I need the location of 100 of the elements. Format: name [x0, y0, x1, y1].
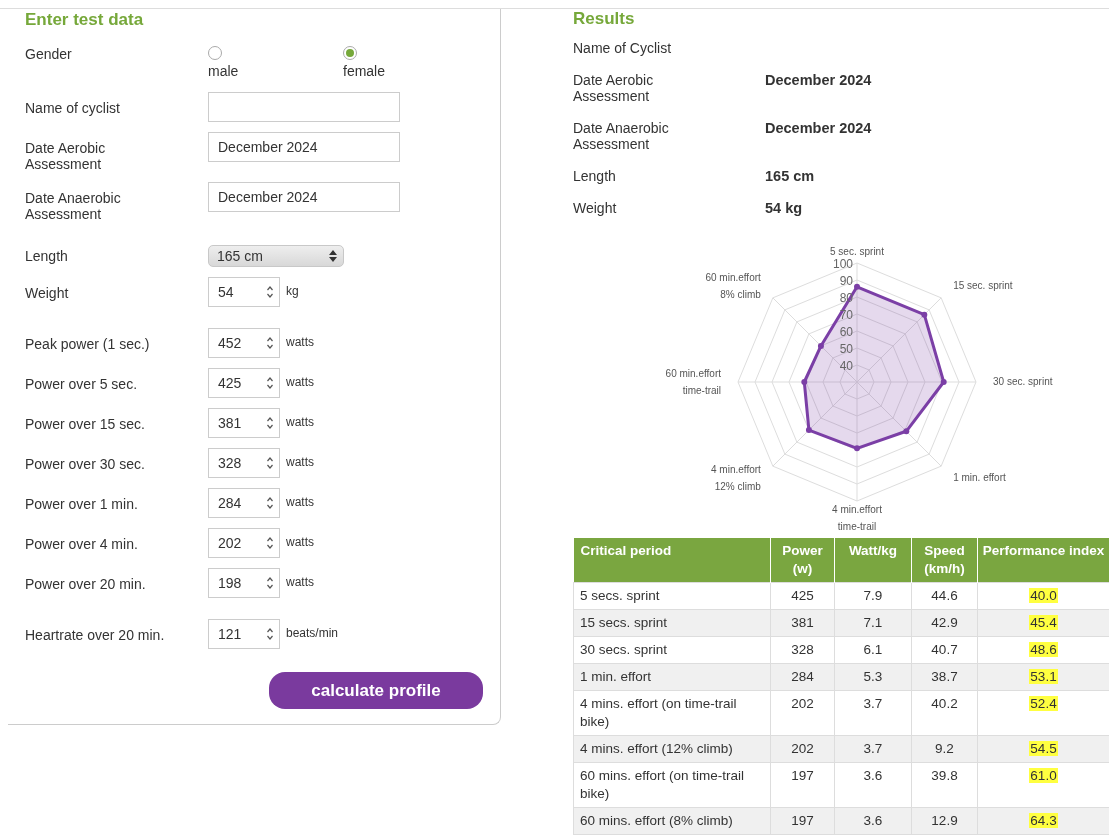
number-field[interactable]: 202	[208, 528, 280, 558]
stepper-icon[interactable]	[266, 336, 274, 350]
number-field[interactable]: 381	[208, 408, 280, 438]
column-header: Critical period	[573, 538, 771, 583]
stepper-icon[interactable]	[266, 627, 274, 641]
table-cell: 3.6	[834, 807, 912, 835]
section-title: Results	[573, 9, 636, 29]
result-label: Date Anaerobic Assessment	[573, 120, 670, 152]
data-point	[921, 311, 928, 318]
unit-label: kg	[286, 283, 299, 298]
axis-label: 1 min. effort	[953, 472, 1006, 484]
number-field[interactable]: 198	[208, 568, 280, 598]
stepper-icon[interactable]	[266, 285, 274, 299]
table-cell: 38.7	[911, 663, 978, 691]
index-value: 52.4	[1029, 696, 1058, 711]
table-cell: 284	[770, 663, 835, 691]
number-field[interactable]: 452	[208, 328, 280, 358]
field-label: Peak power (1 sec.)	[25, 336, 150, 352]
number-field[interactable]: 328	[208, 448, 280, 478]
field-label: Power over 15 sec.	[25, 416, 145, 432]
result-value: December 2024	[765, 120, 872, 136]
tick-label: 50	[839, 342, 853, 356]
number-field[interactable]: 54	[208, 277, 280, 307]
table-cell: 40.2	[911, 690, 978, 736]
field-label: Power over 4 min.	[25, 536, 138, 552]
table-cell: 202	[770, 735, 835, 763]
column-header: Power (w)	[770, 538, 835, 583]
length-select[interactable]: 165 cm	[208, 245, 344, 267]
table-cell: 30 secs. sprint	[573, 636, 771, 664]
text-field[interactable]: December 2024	[208, 182, 400, 212]
unit-label: beats/min	[286, 625, 339, 640]
axis-label: 60 min.effort time-trail	[665, 368, 721, 396]
result-label: Date Aerobic Assessment	[573, 72, 655, 104]
number-field[interactable]: 284	[208, 488, 280, 518]
unit-label: watts	[286, 414, 314, 429]
index-value: 61.0	[1029, 768, 1058, 783]
result-label: Weight	[573, 200, 618, 216]
field-label: Power over 20 min.	[25, 576, 146, 592]
data-point	[854, 445, 860, 452]
unit-label: watts	[286, 454, 314, 469]
stepper-icon[interactable]	[266, 536, 274, 550]
table-cell: 60 mins. effort (8% climb)	[573, 807, 771, 835]
unit-label: watts	[286, 374, 314, 389]
result-value: 165 cm	[765, 168, 815, 184]
data-point	[817, 342, 824, 349]
table-cell: 5.3	[834, 663, 912, 691]
data-point	[940, 379, 947, 385]
unit-label: watts	[286, 574, 314, 589]
table-cell: 381	[770, 609, 835, 637]
table-cell: 42.9	[911, 609, 978, 637]
table-cell: 40.7	[911, 636, 978, 664]
field-label: Weight	[25, 285, 69, 301]
result-value: December 2024	[765, 72, 872, 88]
field-label: Power over 5 sec.	[25, 376, 138, 392]
updown-icon	[329, 250, 337, 262]
table-cell: 7.1	[834, 609, 912, 637]
table-cell: 4 mins. effort (12% climb)	[573, 735, 771, 763]
table-cell: 5 secs. sprint	[573, 582, 771, 610]
column-header: Speed (km/h)	[911, 538, 978, 583]
axis-label: 5 sec. sprint	[830, 246, 884, 257]
field-label: Length	[25, 248, 68, 264]
stepper-icon[interactable]	[266, 496, 274, 510]
table-cell: 39.8	[911, 762, 978, 808]
index-value: 64.3	[1029, 813, 1058, 828]
data-point	[854, 283, 860, 290]
stepper-icon[interactable]	[266, 416, 274, 430]
calculate-button[interactable]: calculate profile	[269, 672, 483, 709]
stepper-icon[interactable]	[266, 576, 274, 590]
table-cell: 197	[770, 762, 835, 808]
tick-label: 90	[839, 274, 853, 288]
data-point	[805, 427, 812, 434]
number-field[interactable]: 121	[208, 619, 280, 649]
field-label: Power over 30 sec.	[25, 456, 145, 472]
text-field[interactable]	[208, 92, 400, 122]
table-cell: 60 mins. effort (on time-trail bike)	[573, 762, 771, 808]
radio-label: female	[343, 63, 386, 79]
number-field[interactable]: 425	[208, 368, 280, 398]
stepper-icon[interactable]	[266, 456, 274, 470]
table-cell: 6.1	[834, 636, 912, 664]
axis-label: 30 sec. sprint	[993, 376, 1053, 387]
field-label: Gender	[25, 46, 72, 62]
axis-label: 4 min.effort 12% climb	[711, 464, 761, 493]
unit-label: watts	[286, 534, 314, 549]
field-label: Heartrate over 20 min.	[25, 627, 165, 643]
stepper-icon[interactable]	[266, 376, 274, 390]
radio-label: male	[208, 63, 239, 79]
index-value: 54.5	[1029, 741, 1058, 756]
field-label: Power over 1 min.	[25, 496, 138, 512]
table-cell: 15 secs. sprint	[573, 609, 771, 637]
unit-label: watts	[286, 334, 314, 349]
tick-label: 60	[839, 325, 853, 339]
section-title: Enter test data	[25, 9, 145, 30]
field-label: Name of cyclist	[25, 100, 121, 116]
data-point	[903, 428, 910, 435]
unit-label: watts	[286, 494, 314, 509]
table-cell: 3.6	[834, 762, 912, 808]
table-cell: 1 min. effort	[573, 663, 771, 691]
table-cell: 3.7	[834, 735, 912, 763]
index-value: 40.0	[1029, 588, 1058, 603]
text-field[interactable]: December 2024	[208, 132, 400, 162]
